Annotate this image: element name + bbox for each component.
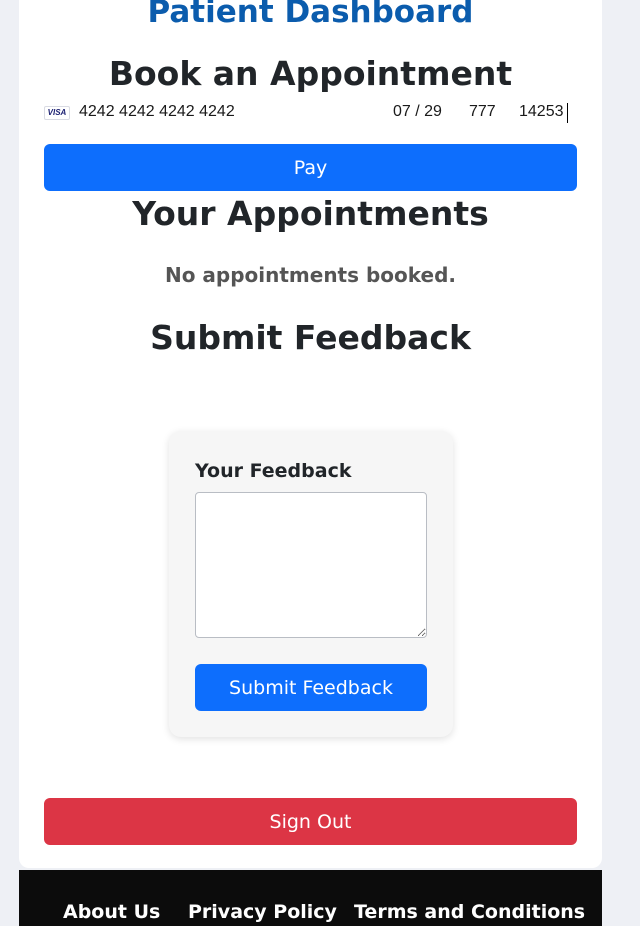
card-zip-input[interactable]: 14253	[519, 103, 564, 121]
card-payment-field[interactable]: VISA 4242 4242 4242 4242 07 / 29 777 142…	[44, 100, 577, 126]
submit-feedback-title: Submit Feedback	[150, 318, 471, 357]
sign-out-button[interactable]: Sign Out	[44, 798, 577, 845]
feedback-label: Your Feedback	[195, 460, 352, 482]
card-expiry-input[interactable]: 07 / 29	[393, 103, 442, 121]
book-appointment-title: Book an Appointment	[108, 54, 513, 93]
text-caret	[567, 103, 568, 123]
submit-feedback-button[interactable]: Submit Feedback	[195, 664, 427, 711]
page-title: Patient Dashboard	[147, 0, 474, 30]
pay-button[interactable]: Pay	[44, 144, 577, 191]
card-number-input[interactable]: 4242 4242 4242 4242	[79, 103, 235, 121]
feedback-form: Your Feedback Submit Feedback	[169, 431, 453, 737]
footer: About Us Privacy Policy Terms and Condit…	[19, 870, 602, 926]
feedback-textarea[interactable]	[195, 492, 427, 638]
footer-link-privacy-policy[interactable]: Privacy Policy	[188, 900, 337, 924]
no-appointments-text: No appointments booked.	[164, 263, 457, 287]
card-cvc-input[interactable]: 777	[469, 103, 496, 121]
footer-link-terms[interactable]: Terms and Conditions	[354, 900, 585, 924]
your-appointments-title: Your Appointments	[132, 194, 489, 233]
visa-icon: VISA	[44, 106, 70, 120]
dashboard-card: Patient Dashboard Book an Appointment VI…	[19, 0, 602, 868]
footer-link-about-us[interactable]: About Us	[63, 900, 160, 924]
